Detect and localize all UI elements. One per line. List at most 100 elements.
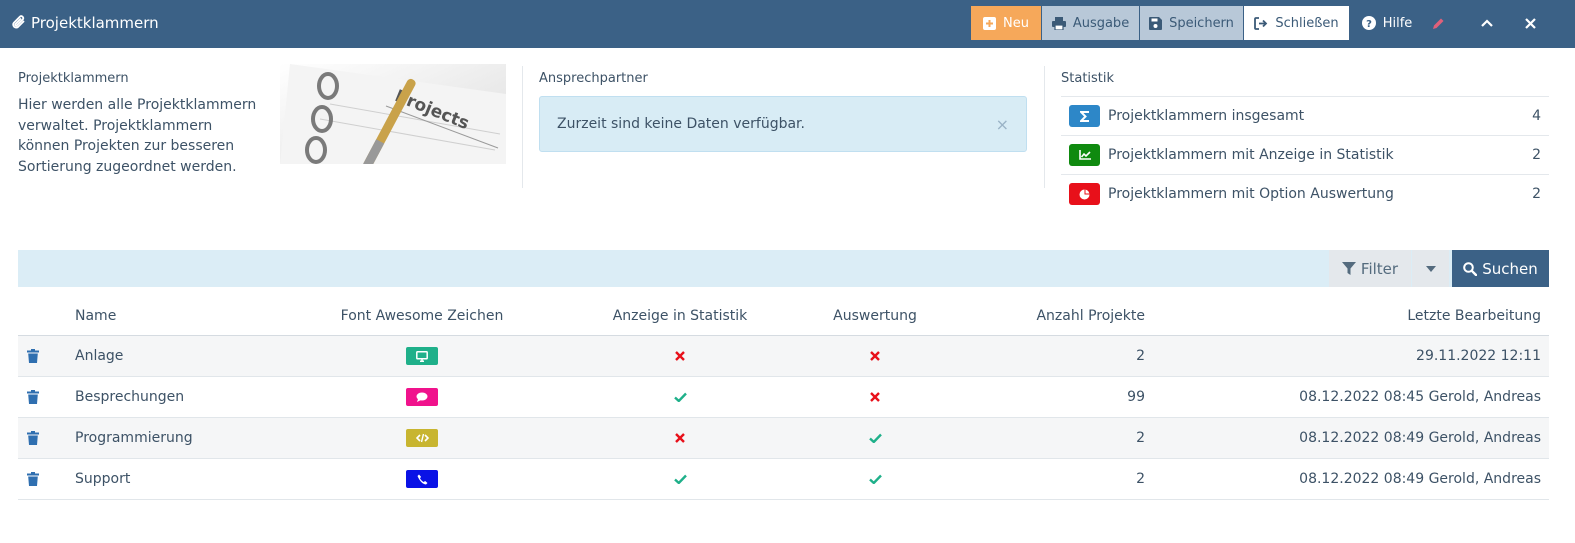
- cross-icon: [675, 351, 685, 361]
- check-icon: [673, 474, 687, 484]
- close-button-label: Schließen: [1275, 15, 1339, 31]
- delete-row-button[interactable]: [24, 377, 42, 417]
- chevron-up-icon: [1480, 19, 1493, 27]
- save-button[interactable]: Speichern: [1140, 6, 1243, 40]
- filter-button-label: Filter: [1360, 259, 1399, 278]
- trash-icon: [27, 349, 39, 363]
- new-button[interactable]: Neu: [971, 6, 1041, 40]
- column-header-name[interactable]: Name: [75, 296, 295, 335]
- close-icon: [1525, 17, 1536, 29]
- divider-2: [1044, 66, 1045, 188]
- paperclip-icon: [12, 15, 25, 29]
- line-chart-icon: [1069, 144, 1100, 166]
- column-header-letzte[interactable]: Letzte Bearbeitung: [1158, 296, 1541, 335]
- sigma-icon: [1069, 105, 1100, 127]
- row-name: Anlage: [75, 348, 124, 364]
- table-row[interactable]: Anlage 2 29.11.2022 12:11: [18, 336, 1549, 377]
- trash-icon: [27, 431, 39, 445]
- filter-dropdown-button[interactable]: [1412, 250, 1449, 287]
- new-button-label: Neu: [1003, 15, 1029, 31]
- sign-out-icon: [1254, 16, 1268, 30]
- divider-1: [522, 66, 523, 188]
- pie-chart-icon: [1069, 183, 1100, 205]
- check-icon: [673, 392, 687, 402]
- stat-row-auswertung: Projektklammern mit Option Auswertung 2: [1061, 174, 1549, 213]
- search-icon: [1463, 261, 1478, 276]
- table-row[interactable]: Support 2 08.12.2022 08:49 Gerold, Andreas: [18, 459, 1549, 500]
- caret-down-icon: [1425, 265, 1436, 272]
- row-name: Programmierung: [75, 430, 193, 446]
- delete-row-button[interactable]: [24, 459, 42, 499]
- table-row[interactable]: Besprechungen 99 08.12.2022 08:45 Gerold, …: [18, 377, 1549, 418]
- no-data-alert: Zurzeit sind keine Daten verfügbar. ×: [539, 96, 1027, 152]
- row-anzahl: 2: [1136, 471, 1145, 487]
- row-anzahl: 2: [1136, 348, 1145, 364]
- row-letzte-bearbeitung: 29.11.2022 12:11: [1416, 348, 1541, 364]
- print-button-label: Ausgabe: [1072, 15, 1130, 31]
- row-letzte-bearbeitung: 08.12.2022 08:45 Gerold, Andreas: [1299, 389, 1541, 405]
- row-name: Support: [75, 471, 131, 487]
- info-panel-label: Projektklammern: [18, 71, 129, 86]
- collapse-button[interactable]: [1474, 6, 1506, 40]
- check-icon: [868, 474, 882, 484]
- window-title-text: Projektklammern: [31, 14, 159, 32]
- filter-icon: [1341, 261, 1356, 275]
- row-name: Besprechungen: [75, 389, 185, 405]
- filter-button[interactable]: Filter: [1329, 250, 1411, 287]
- check-icon: [868, 433, 882, 443]
- info-description: Hier werden alle Projektklammern verwalt…: [18, 97, 257, 175]
- close-button[interactable]: Schließen: [1244, 6, 1349, 40]
- search-button-label: Suchen: [1482, 259, 1538, 278]
- projektklammern-table: Name Font Awesome Zeichen Anzeige in Sta…: [18, 296, 1549, 500]
- table-header: Name Font Awesome Zeichen Anzeige in Sta…: [18, 296, 1549, 336]
- pencil-icon: [1433, 18, 1444, 29]
- stats-list: Projektklammern insgesamt 4 Projektklamm…: [1061, 96, 1549, 213]
- column-header-statistik[interactable]: Anzeige in Statistik: [600, 296, 760, 335]
- column-header-icon[interactable]: Font Awesome Zeichen: [336, 296, 508, 335]
- trash-icon: [27, 472, 39, 486]
- edit-button[interactable]: [1426, 6, 1458, 40]
- svg-text:?: ?: [1366, 19, 1372, 30]
- stat-label: Projektklammern insgesamt: [1108, 108, 1305, 124]
- save-button-label: Speichern: [1169, 15, 1234, 31]
- print-icon: [1051, 16, 1066, 30]
- table-body: Anlage 2 29.11.2022 12:11 Besprechungen 99 08…: [18, 336, 1549, 500]
- row-anzahl: 99: [1127, 389, 1145, 405]
- top-bar: Projektklammern Neu Ausgabe Speichern Sc…: [0, 0, 1575, 48]
- filter-bar[interactable]: [18, 250, 1549, 287]
- question-circle-icon: ?: [1361, 16, 1376, 30]
- no-data-alert-text: Zurzeit sind keine Daten verfügbar.: [557, 116, 805, 132]
- alert-close-icon[interactable]: ×: [996, 115, 1009, 134]
- print-button[interactable]: Ausgabe: [1042, 6, 1139, 40]
- window-title: Projektklammern: [12, 0, 159, 46]
- cross-icon: [870, 351, 880, 361]
- row-letzte-bearbeitung: 08.12.2022 08:49 Gerold, Andreas: [1299, 471, 1541, 487]
- stat-value: 2: [1532, 147, 1541, 163]
- delete-row-button[interactable]: [24, 336, 42, 376]
- contact-panel-label: Ansprechpartner: [539, 71, 648, 86]
- delete-row-button[interactable]: [24, 418, 42, 458]
- comment-icon: [406, 388, 438, 406]
- row-anzahl: 2: [1136, 430, 1145, 446]
- table-row[interactable]: Programmierung 2 08.12.2022 08:49 Gerold, …: [18, 418, 1549, 459]
- phone-icon: [406, 470, 438, 488]
- column-header-auswertung[interactable]: Auswertung: [795, 296, 955, 335]
- stat-label: Projektklammern mit Anzeige in Statistik: [1108, 147, 1394, 163]
- stat-value: 2: [1532, 186, 1541, 202]
- help-button-label: Hilfe: [1382, 15, 1413, 31]
- stat-label: Projektklammern mit Option Auswertung: [1108, 186, 1394, 202]
- projects-image: Projects: [280, 64, 506, 164]
- plus-square-icon: [983, 16, 997, 30]
- search-button[interactable]: Suchen: [1452, 250, 1549, 287]
- desktop-icon: [406, 347, 438, 365]
- stat-row-total: Projektklammern insgesamt 4: [1061, 96, 1549, 135]
- window-close-button[interactable]: [1518, 6, 1550, 40]
- stat-value: 4: [1532, 108, 1541, 124]
- cross-icon: [675, 433, 685, 443]
- row-letzte-bearbeitung: 08.12.2022 08:49 Gerold, Andreas: [1299, 430, 1541, 446]
- cross-icon: [870, 392, 880, 402]
- code-icon: [406, 429, 438, 447]
- column-header-anzahl[interactable]: Anzahl Projekte: [978, 296, 1145, 335]
- help-button[interactable]: ? Hilfe: [1357, 6, 1417, 40]
- trash-icon: [27, 390, 39, 404]
